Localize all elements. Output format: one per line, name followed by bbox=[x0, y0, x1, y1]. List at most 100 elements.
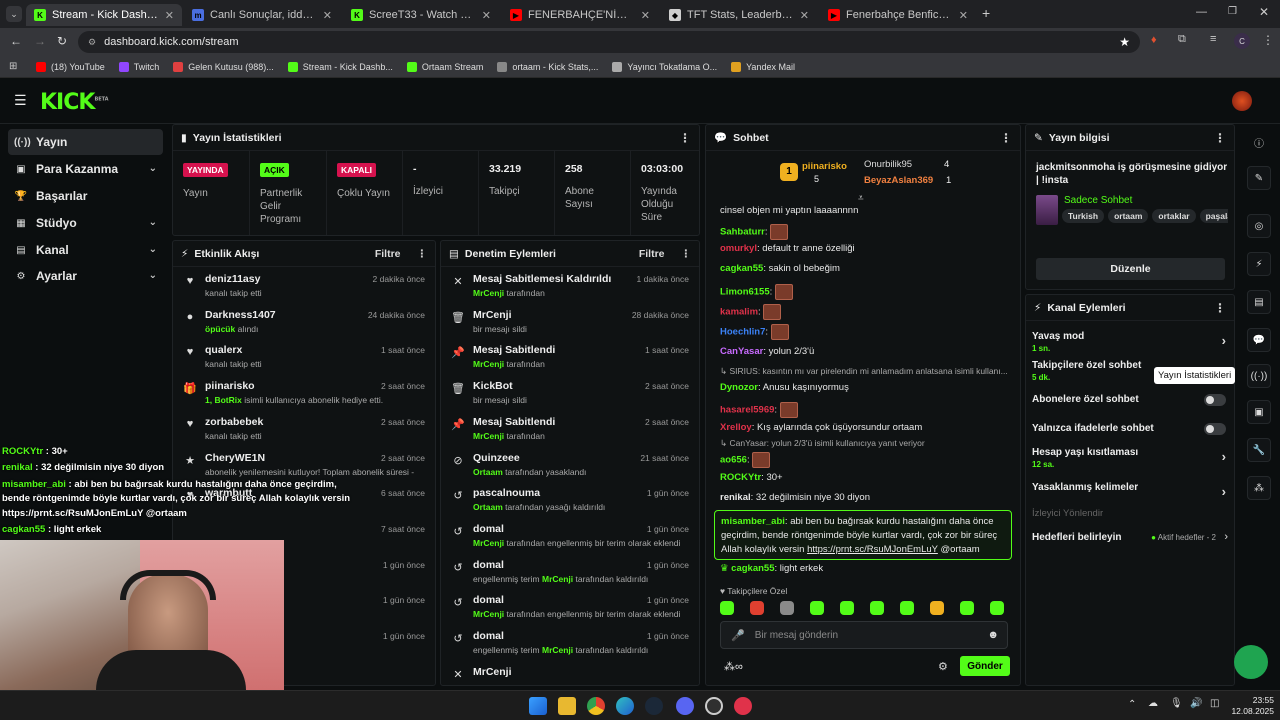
chat-username[interactable]: Dynozor bbox=[720, 382, 758, 393]
tab-close-icon[interactable]: ✕ bbox=[482, 9, 491, 22]
mic-icon[interactable]: 🎤 bbox=[731, 629, 745, 642]
bookmark-item[interactable]: Ortaam Stream bbox=[406, 61, 483, 72]
start-icon[interactable] bbox=[529, 697, 547, 715]
document-icon[interactable]: ▤ bbox=[1247, 290, 1271, 314]
chat-username[interactable]: cagkan55 bbox=[720, 263, 763, 274]
tag-chip[interactable]: ortaam bbox=[1108, 209, 1149, 223]
url-bar[interactable]: ⚙ dashboard.kick.com/stream ★ bbox=[78, 31, 1140, 53]
moderation-item[interactable]: 🗑 KickBot bir mesajı sildi 2 saat önce bbox=[441, 374, 699, 410]
sidebar-item[interactable]: ((·)) Yayın bbox=[8, 129, 163, 155]
tag-chip[interactable]: ortaklar bbox=[1152, 209, 1196, 223]
channel-menu-icon[interactable]: ⋮ bbox=[1214, 301, 1226, 315]
chat-username[interactable]: Hoechlin7 bbox=[720, 327, 765, 338]
bookmark-item[interactable]: (18) YouTube bbox=[36, 61, 105, 72]
moderation-item[interactable]: ↺ domal engellenmiş terim MrCenji tarafınd… bbox=[441, 624, 699, 660]
apps-grid-icon[interactable]: ⊞ bbox=[9, 61, 17, 72]
moderation-item[interactable]: ✕ MrCenji bbox=[441, 660, 699, 685]
menu-kebab-icon[interactable]: ⋮ bbox=[1262, 33, 1274, 47]
edit-icon[interactable]: ✎ bbox=[1247, 166, 1271, 190]
tray-clock[interactable]: 23:55 12.08.2025 bbox=[1226, 695, 1274, 717]
channel-action-item[interactable]: Yavaş mod 1 sn. › bbox=[1032, 331, 1226, 353]
category-name[interactable]: Sadece Sohbet bbox=[1064, 195, 1132, 206]
broadcast-icon[interactable]: ((·)) bbox=[1247, 364, 1271, 388]
moderation-item[interactable]: 📌 Mesaj Sabitlendi MrCenji tarafından 2 saa… bbox=[441, 410, 699, 446]
moderation-item[interactable]: 🗑 MrCenji bir mesajı sildi 28 dakika önce bbox=[441, 303, 699, 339]
toggle-switch[interactable] bbox=[1204, 423, 1226, 435]
camera-icon[interactable]: ◎ bbox=[1247, 214, 1271, 238]
flash-icon[interactable]: ⚡ bbox=[1247, 252, 1271, 276]
tray-wifi-icon[interactable]: ◫ bbox=[1210, 698, 1219, 709]
forward-icon[interactable]: → bbox=[34, 34, 46, 48]
edge-icon[interactable] bbox=[616, 697, 634, 715]
channel-action-item[interactable]: Yalnızca ifadelerle sohbet bbox=[1032, 423, 1226, 445]
kick-logo[interactable]: KICKBETA bbox=[40, 90, 109, 115]
close-window-button[interactable]: ✕ bbox=[1259, 5, 1269, 19]
chat-settings-icon[interactable]: ⚙ bbox=[938, 660, 948, 673]
chat-icon[interactable]: 💬 bbox=[1247, 328, 1271, 352]
tag-chip[interactable]: Turkish bbox=[1062, 209, 1105, 223]
browser-tab[interactable]: ▶ FENERBAHÇE'NİN RAKİBİ | Nic ✕ bbox=[502, 4, 658, 26]
sidebar-item[interactable]: 🏆 Başarılar bbox=[8, 183, 163, 209]
activity-filter-button[interactable]: Filtre bbox=[375, 248, 401, 260]
emote-icon[interactable] bbox=[720, 601, 734, 615]
community-icon[interactable]: ⁂∞ bbox=[724, 660, 743, 673]
profile-avatar[interactable]: C bbox=[1234, 33, 1250, 49]
sidebar-item[interactable]: ▤ Kanal ⌄ bbox=[8, 237, 163, 263]
tab-close-icon[interactable]: ✕ bbox=[959, 9, 968, 22]
browser-tab[interactable]: ▶ Fenerbahçe Benfica Maç Özeti ✕ bbox=[820, 4, 976, 26]
reload-icon[interactable]: ↻ bbox=[57, 34, 67, 48]
sidebar-item[interactable]: ▣ Para Kazanma ⌄ bbox=[8, 156, 163, 182]
tab-close-icon[interactable]: ✕ bbox=[641, 9, 650, 22]
tray-volume-icon[interactable]: 🔊 bbox=[1190, 698, 1202, 709]
extension-icon[interactable]: ♦ bbox=[1151, 34, 1157, 46]
bookmark-item[interactable]: Yandex Mail bbox=[731, 61, 795, 72]
browser-tab[interactable]: m Canlı Sonuçlar, iddaa sonuçları ✕ bbox=[184, 4, 340, 26]
emote-icon[interactable] bbox=[990, 601, 1004, 615]
support-icon[interactable] bbox=[1234, 645, 1268, 679]
discord-icon[interactable] bbox=[676, 697, 694, 715]
tab-close-icon[interactable]: ✕ bbox=[165, 9, 174, 22]
gifter-name[interactable]: BeyazAslan369 bbox=[864, 175, 933, 186]
media-icon[interactable]: ≡ bbox=[1210, 33, 1216, 45]
user-avatar[interactable] bbox=[1232, 91, 1252, 111]
moderation-item[interactable]: ⊘ Quinzeee Ortaam tarafından yasaklandı 21 … bbox=[441, 446, 699, 482]
tag-chip[interactable]: paşala bbox=[1199, 209, 1228, 223]
chat-username[interactable]: omurkyl bbox=[720, 243, 757, 254]
activity-item[interactable]: ● Darkness1407 öpücük alındı 24 dakika önce bbox=[173, 303, 435, 339]
steam-icon[interactable] bbox=[645, 697, 663, 715]
info-menu-icon[interactable]: ⋮ bbox=[1214, 131, 1226, 145]
edit-button[interactable]: Düzenle bbox=[1036, 258, 1225, 280]
chat-username[interactable]: Sahbaturr bbox=[720, 227, 765, 238]
community-icon[interactable]: ⁂ bbox=[1247, 476, 1271, 500]
minimize-button[interactable]: — bbox=[1196, 6, 1207, 18]
targets-row[interactable]: Hedefleri belirleyin ● Aktif hedefler - … bbox=[1032, 531, 1228, 547]
hamburger-menu-icon[interactable]: ☰ bbox=[14, 92, 27, 109]
bookmark-item[interactable]: ortaam - Kick Stats,... bbox=[497, 61, 598, 72]
bookmark-item[interactable]: Yayıncı Tokatlama O... bbox=[612, 61, 717, 72]
new-tab-button[interactable]: + bbox=[982, 5, 990, 21]
obs-icon[interactable] bbox=[705, 697, 723, 715]
send-button[interactable]: Gönder bbox=[960, 656, 1010, 676]
tray-mic-icon[interactable]: 🎙 bbox=[1170, 698, 1183, 709]
emote-icon[interactable] bbox=[900, 601, 914, 615]
streamlabs-icon[interactable] bbox=[734, 697, 752, 715]
category-thumbnail[interactable] bbox=[1036, 195, 1058, 225]
chat-username[interactable]: hasarel5969 bbox=[720, 405, 774, 416]
emote-icon[interactable] bbox=[930, 601, 944, 615]
stats-menu-icon[interactable]: ⋮ bbox=[679, 131, 691, 145]
browser-tab[interactable]: K Stream - Kick Dashboard ✕ bbox=[26, 4, 182, 26]
file-explorer-icon[interactable] bbox=[558, 697, 576, 715]
moderation-filter-button[interactable]: Filtre bbox=[639, 248, 665, 260]
chat-username[interactable]: ao656 bbox=[720, 455, 747, 466]
highlight-user[interactable]: misamber_abi bbox=[721, 516, 785, 527]
moderation-item[interactable]: ↺ domal engellenmiş terim MrCenji tarafınd… bbox=[441, 553, 699, 589]
back-icon[interactable]: ← bbox=[10, 34, 22, 48]
chat-username[interactable]: renikal bbox=[720, 492, 751, 503]
bookmark-item[interactable]: Twitch bbox=[118, 61, 159, 72]
emote-icon[interactable] bbox=[810, 601, 824, 615]
bookmark-item[interactable]: Gelen Kutusu (988)... bbox=[173, 61, 274, 72]
chat-username[interactable]: kamalim bbox=[720, 307, 758, 318]
chat-username[interactable]: CanYasar bbox=[720, 346, 763, 357]
moderation-menu-icon[interactable]: ⋮ bbox=[681, 248, 692, 260]
moderation-item[interactable]: ↺ domal MrCenji tarafından engellenmiş bir… bbox=[441, 588, 699, 624]
